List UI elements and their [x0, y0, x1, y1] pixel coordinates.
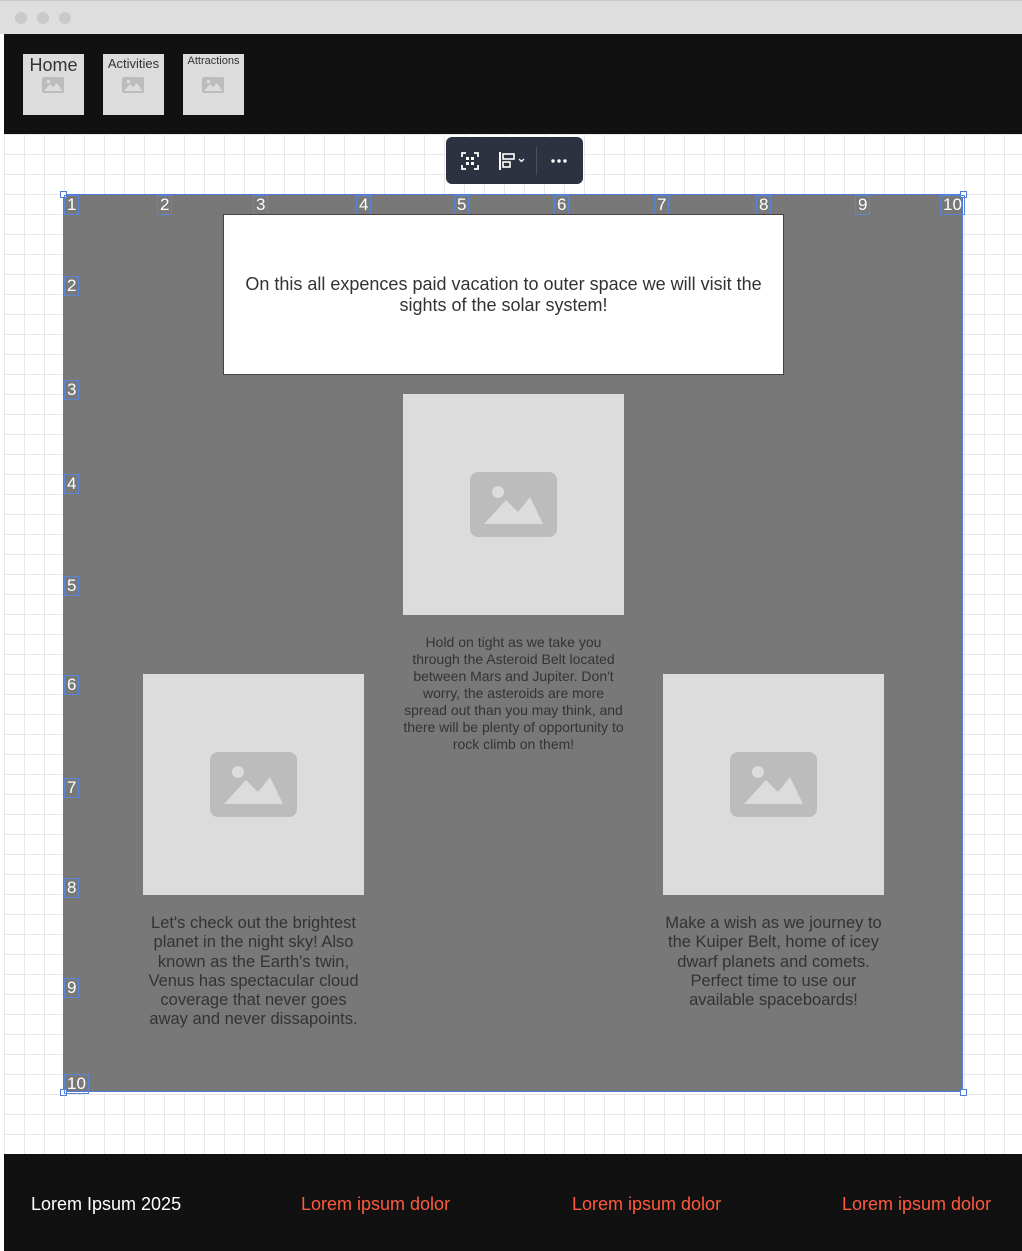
more-options-button[interactable]	[547, 149, 571, 173]
footer-link[interactable]: Lorem ipsum dolor	[301, 1194, 450, 1214]
floating-toolbar	[446, 137, 583, 184]
grid-row-number: 7	[64, 778, 80, 798]
image-placeholder-icon	[122, 77, 144, 93]
grid-column-number: 7	[654, 195, 670, 215]
grid-row-number: 10	[64, 1074, 89, 1094]
site-header: Home Activities Attractions	[4, 34, 1022, 134]
resize-handle-bottom-right[interactable]	[960, 1089, 967, 1096]
grid-row-number: 5	[64, 576, 80, 596]
image-placeholder-icon	[470, 472, 557, 537]
grid-row-number: 3	[64, 380, 80, 400]
intro-text-box[interactable]: On this all expences paid vacation to ou…	[223, 214, 784, 375]
asteroid-belt-image[interactable]	[403, 394, 624, 615]
select-frame-button[interactable]	[458, 149, 482, 173]
grid-row-number: 6	[64, 675, 80, 695]
venus-caption: Let's check out the brightest planet in …	[148, 914, 359, 1029]
grid-row-number: 2	[64, 276, 80, 296]
nav-item-home[interactable]: Home	[23, 54, 84, 115]
asteroid-belt-caption: Hold on tight as we take you through the…	[403, 634, 624, 752]
select-frame-icon	[461, 152, 479, 170]
window-close-dot[interactable]	[15, 12, 27, 24]
grid-column-number: 1	[64, 195, 80, 215]
footer-link[interactable]: Lorem ipsum dolor	[842, 1194, 991, 1214]
grid-row-number: 4	[64, 474, 80, 494]
grid-row-number: 9	[64, 978, 80, 998]
grid-column-number: 2	[157, 195, 173, 215]
image-placeholder-icon	[730, 752, 817, 817]
venus-image[interactable]	[143, 674, 364, 895]
grid-column-number: 3	[253, 195, 269, 215]
footer-link[interactable]: Lorem ipsum dolor	[572, 1194, 721, 1214]
grid-column-number: 5	[454, 195, 470, 215]
window-maximize-dot[interactable]	[59, 12, 71, 24]
grid-column-number: 10	[940, 195, 965, 215]
align-icon	[499, 152, 525, 170]
intro-text: On this all expences paid vacation to ou…	[245, 273, 762, 315]
window-title-bar	[0, 0, 1022, 34]
image-placeholder-icon	[202, 77, 224, 93]
grid-row-number: 8	[64, 878, 80, 898]
nav-item-attractions[interactable]: Attractions	[183, 54, 244, 115]
toolbar-divider	[536, 147, 537, 175]
footer-copyright: Lorem Ipsum 2025	[31, 1194, 182, 1214]
kuiper-belt-caption: Make a wish as we journey to the Kuiper …	[665, 914, 882, 1010]
nav-item-label: Attractions	[187, 55, 240, 67]
nav-item-activities[interactable]: Activities	[103, 54, 164, 115]
nav-item-label: Home	[29, 55, 78, 75]
grid-column-number: 4	[356, 195, 372, 215]
nav-item-label: Activities	[107, 56, 160, 71]
grid-column-number: 6	[554, 195, 570, 215]
image-placeholder-icon	[42, 77, 64, 93]
align-button[interactable]	[496, 149, 528, 173]
grid-column-number: 8	[756, 195, 772, 215]
grid-column-number: 9	[855, 195, 871, 215]
kuiper-belt-image[interactable]	[663, 674, 884, 895]
more-options-icon	[551, 159, 567, 163]
site-footer: Lorem Ipsum 2025 Lorem ipsum dolor Lorem…	[4, 1154, 1022, 1251]
window-minimize-dot[interactable]	[37, 12, 49, 24]
image-placeholder-icon	[210, 752, 297, 817]
